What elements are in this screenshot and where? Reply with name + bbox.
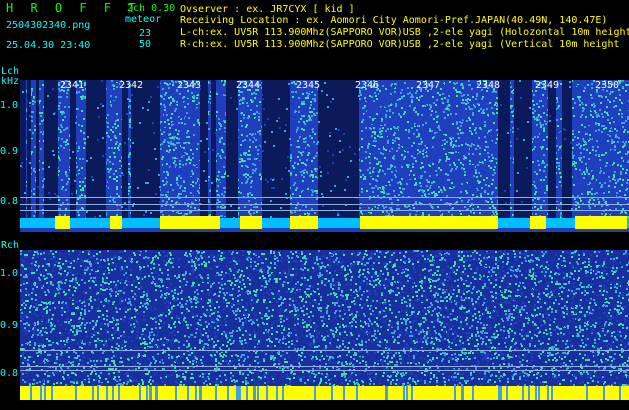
rch-signal-gap: [187, 386, 189, 400]
rch-signal-gap: [150, 386, 152, 400]
lch-signal-strip: [160, 216, 220, 229]
rch-signal-gap: [51, 386, 53, 400]
time-tick: 2347: [416, 80, 441, 91]
lch-band: [122, 80, 128, 220]
rch-signal-gap: [112, 386, 114, 400]
lch-band: [514, 80, 532, 220]
lch-grid-line: [20, 197, 629, 198]
rch-signal-gap: [500, 386, 502, 400]
rch-signal-gap: [146, 386, 148, 400]
time-tick: 2346: [355, 80, 380, 91]
rch-signal-gap: [472, 386, 474, 400]
lch-band: [548, 80, 556, 220]
lch-signal-strip: [110, 216, 122, 229]
rch-signal-gap: [246, 386, 248, 400]
rch-signal-gap: [506, 386, 508, 400]
lch-band: [86, 80, 106, 220]
lch-band: [200, 80, 208, 220]
time-tick: 2342: [119, 80, 144, 91]
rch-ytick-3: 0.8: [0, 368, 19, 379]
rch-signal-gap: [92, 386, 94, 400]
rch-signal-gap: [551, 386, 553, 400]
rch-signal-strip: [20, 386, 629, 400]
lch-signal-strip: [530, 216, 546, 229]
rch-signal-gap: [331, 386, 333, 400]
rch-signal-gap: [106, 386, 108, 400]
rch-signal-gap: [276, 386, 278, 400]
rch-label: Rch: [1, 240, 20, 251]
rch-ytick-2: 0.9: [0, 320, 19, 331]
rch-grid-line: [20, 350, 629, 351]
lch-band: [226, 80, 238, 220]
rch-signal-gap: [547, 386, 549, 400]
rch-signal-gap: [454, 386, 456, 400]
lch-band: [498, 80, 510, 220]
lch-band: [318, 80, 359, 220]
time-tick: 2348: [476, 80, 501, 91]
lch-ytick-3: 0.8: [0, 196, 19, 207]
time-tick: 2343: [177, 80, 202, 91]
rch-signal-gap: [266, 386, 268, 400]
spectrogram-panels: [20, 80, 629, 400]
time-tick: 2349: [535, 80, 560, 91]
lch-signal-strip: [360, 216, 498, 229]
rch-signal-gap: [156, 386, 158, 400]
lch-band: [20, 80, 26, 220]
rch-signal-gap: [238, 386, 240, 400]
rch-grid-line: [20, 366, 629, 367]
time-tick: 2341: [60, 80, 85, 91]
rch-signal-gap: [314, 386, 316, 400]
rch-grid-line: [20, 370, 629, 371]
rch-signal-gap: [498, 386, 500, 400]
rch-signal-gap: [356, 386, 358, 400]
rch-signal-gap: [30, 386, 32, 400]
rch-signal-gap: [586, 386, 588, 400]
lch-signal-strip: [575, 216, 627, 229]
rch-signal-gap: [411, 386, 413, 400]
time-tick: 2344: [236, 80, 261, 91]
rch-signal-gap: [282, 386, 284, 400]
rch-signal-gap: [227, 386, 229, 400]
rch-signal-gap: [118, 386, 120, 400]
rch-spectrogram: [20, 250, 629, 400]
rch-signal-gap: [619, 386, 621, 400]
rch-signal-gap: [462, 386, 464, 400]
rch-signal-gap: [538, 386, 540, 400]
lch-band: [262, 80, 290, 220]
rch-signal-gap: [215, 386, 217, 400]
rch-signal-gap: [535, 386, 537, 400]
rch-signal-gap: [528, 386, 530, 400]
time-tick: 2350: [595, 80, 620, 91]
rch-ytick-1: 1.0: [0, 268, 19, 279]
rch-signal-gap: [522, 386, 524, 400]
rch-signal-gap: [386, 386, 388, 400]
lch-ytick-1: 1.0: [0, 100, 19, 111]
rch-signal-gap: [343, 386, 345, 400]
lch-signal-strip: [240, 216, 262, 229]
rch-signal-gap: [406, 386, 408, 400]
rch-signal-gap: [236, 386, 238, 400]
rch-signal-gap: [195, 386, 197, 400]
lch-spectrogram: [20, 80, 629, 232]
rch-signal-gap: [257, 386, 259, 400]
rch-signal-gap: [97, 386, 99, 400]
time-tick: 2345: [296, 80, 321, 91]
rch-signal-gap: [40, 386, 42, 400]
lch-signal-strip: [55, 216, 70, 229]
rch-signal-gap: [403, 386, 405, 400]
lch-band: [562, 80, 572, 220]
lch-grid-line: [20, 210, 629, 211]
rch-signal-gap: [175, 386, 177, 400]
lch-signal-strip: [290, 216, 318, 229]
rch-signal-gap: [253, 386, 255, 400]
lch-ytick-2: 0.9: [0, 146, 19, 157]
rch-signal-gap: [603, 386, 605, 400]
rch-signal-gap: [75, 386, 77, 400]
rch-signal-gap: [44, 386, 46, 400]
lch-band: [70, 80, 76, 220]
rch-signal-gap: [139, 386, 141, 400]
lch-unit: kHz: [1, 76, 20, 87]
rch-signal-gap: [200, 386, 202, 400]
lch-grid-line: [20, 204, 629, 205]
